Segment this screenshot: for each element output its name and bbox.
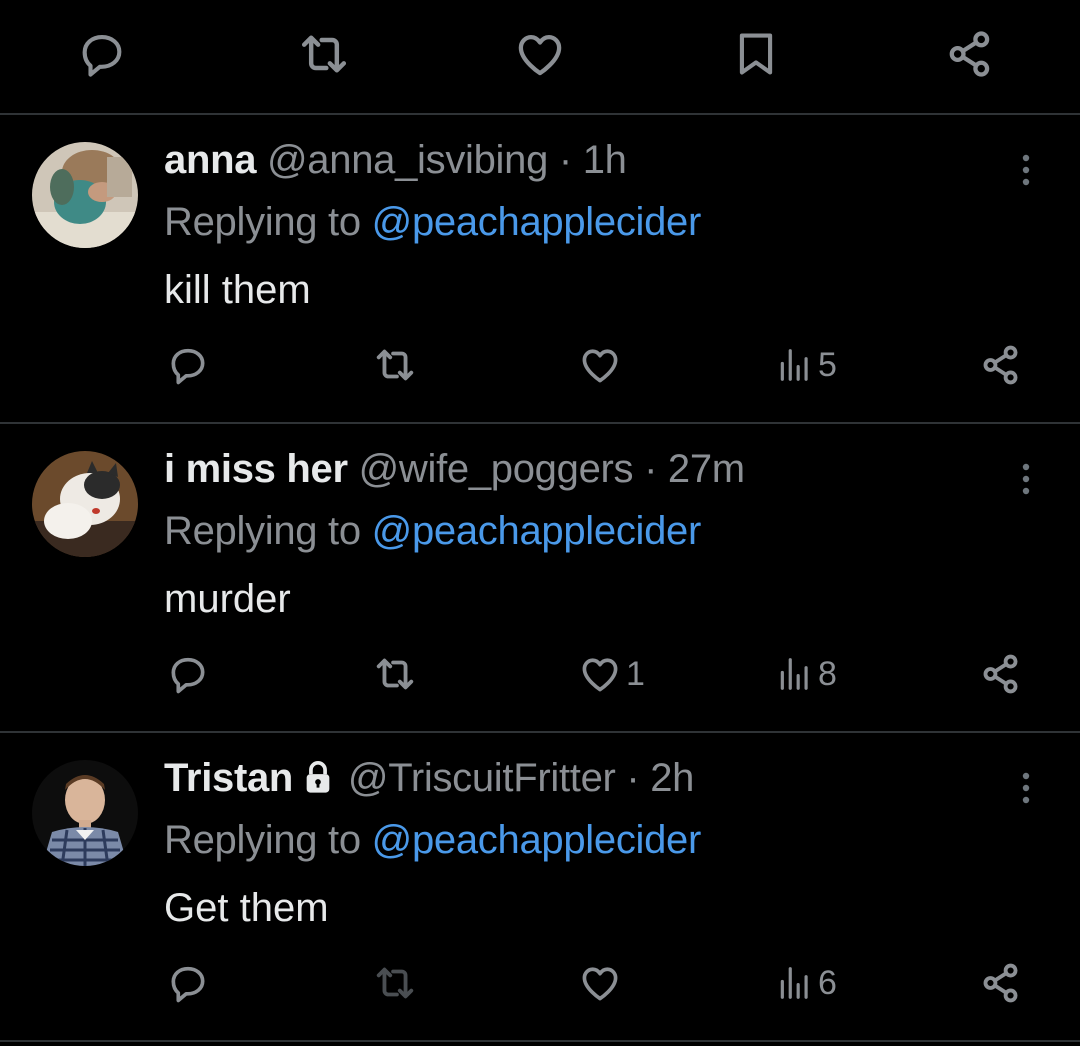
avatar[interactable]: [32, 142, 138, 248]
view-count: 6: [818, 963, 837, 1002]
mention-link[interactable]: @peachapplecider: [372, 200, 702, 244]
reply-action-bar: 1 8: [0, 651, 1080, 697]
views-icon: [776, 345, 814, 385]
views-button[interactable]: 5: [776, 342, 837, 388]
view-count: 8: [818, 654, 837, 693]
lock-icon: [303, 760, 333, 794]
tweet-text: kill them: [164, 268, 311, 312]
views-button[interactable]: 8: [776, 651, 837, 697]
views-icon: [776, 654, 814, 694]
share-button[interactable]: [978, 960, 1024, 1006]
reply-icon: [166, 961, 210, 1005]
reply-icon: [166, 652, 210, 696]
reply-button[interactable]: [166, 651, 210, 697]
replying-to-line: Replying to @peachapplecider: [164, 507, 701, 555]
tweet-text: murder: [164, 577, 291, 621]
reply-icon: [166, 343, 210, 387]
replying-to-label: Replying to: [164, 200, 361, 244]
avatar[interactable]: [32, 760, 138, 866]
like-icon: [578, 343, 622, 387]
like-button[interactable]: [578, 960, 626, 1006]
like-icon: [578, 961, 622, 1005]
view-count: 5: [818, 345, 837, 384]
user-handle[interactable]: @anna_isvibing: [267, 138, 548, 182]
retweet-icon: [372, 960, 418, 1006]
more-options-icon[interactable]: [1010, 148, 1042, 192]
share-button[interactable]: [978, 651, 1024, 697]
avatar[interactable]: [32, 451, 138, 557]
timestamp[interactable]: · 2h: [626, 756, 694, 800]
replying-to-label: Replying to: [164, 509, 361, 553]
share-icon: [978, 342, 1024, 388]
retweet-button[interactable]: [372, 342, 418, 388]
retweet-icon[interactable]: [296, 26, 352, 82]
display-name[interactable]: i miss her: [164, 447, 348, 491]
retweet-icon: [372, 651, 418, 697]
share-icon[interactable]: [942, 26, 998, 82]
share-icon: [978, 651, 1024, 697]
reply-tweet[interactable]: i miss her @wife_poggers · 27m Replying …: [0, 423, 1080, 730]
share-icon: [978, 960, 1024, 1006]
like-count: 1: [626, 654, 645, 693]
divider: [0, 1040, 1080, 1042]
like-icon: [578, 652, 622, 696]
main-tweet-action-bar: [0, 0, 1080, 113]
like-button[interactable]: [578, 342, 626, 388]
reply-button[interactable]: [166, 342, 210, 388]
replying-to-line: Replying to @peachapplecider: [164, 198, 701, 246]
views-icon: [776, 963, 814, 1003]
like-button[interactable]: 1: [578, 651, 645, 697]
bookmark-icon[interactable]: [728, 26, 784, 82]
reply-icon[interactable]: [74, 26, 130, 82]
reply-action-bar: 6: [0, 960, 1080, 1006]
reply-action-bar: 5: [0, 342, 1080, 388]
display-name[interactable]: anna: [164, 138, 256, 182]
mention-link[interactable]: @peachapplecider: [372, 509, 702, 553]
views-button[interactable]: 6: [776, 960, 837, 1006]
tweet-header: anna @anna_isvibing · 1h: [164, 136, 627, 184]
timestamp[interactable]: · 1h: [559, 138, 627, 182]
timestamp[interactable]: · 27m: [644, 447, 745, 491]
mention-link[interactable]: @peachapplecider: [372, 818, 702, 862]
reply-tweet[interactable]: Tristan @TriscuitFritter · 2h Replying t…: [0, 732, 1080, 1039]
user-handle[interactable]: @wife_poggers: [359, 447, 634, 491]
reply-button[interactable]: [166, 960, 210, 1006]
replying-to-line: Replying to @peachapplecider: [164, 816, 701, 864]
tweet-header: i miss her @wife_poggers · 27m: [164, 445, 745, 493]
user-handle[interactable]: @TriscuitFritter: [348, 756, 616, 800]
more-options-icon[interactable]: [1010, 766, 1042, 810]
share-button[interactable]: [978, 342, 1024, 388]
reply-tweet[interactable]: anna @anna_isvibing · 1h Replying to @pe…: [0, 114, 1080, 421]
more-options-icon[interactable]: [1010, 457, 1042, 501]
retweet-button[interactable]: [372, 651, 418, 697]
retweet-icon: [372, 342, 418, 388]
display-name[interactable]: Tristan: [164, 756, 293, 800]
retweet-button[interactable]: [372, 960, 418, 1006]
tweet-text: Get them: [164, 886, 329, 930]
replying-to-label: Replying to: [164, 818, 361, 862]
like-icon[interactable]: [512, 26, 568, 82]
tweet-header: Tristan @TriscuitFritter · 2h: [164, 754, 694, 802]
